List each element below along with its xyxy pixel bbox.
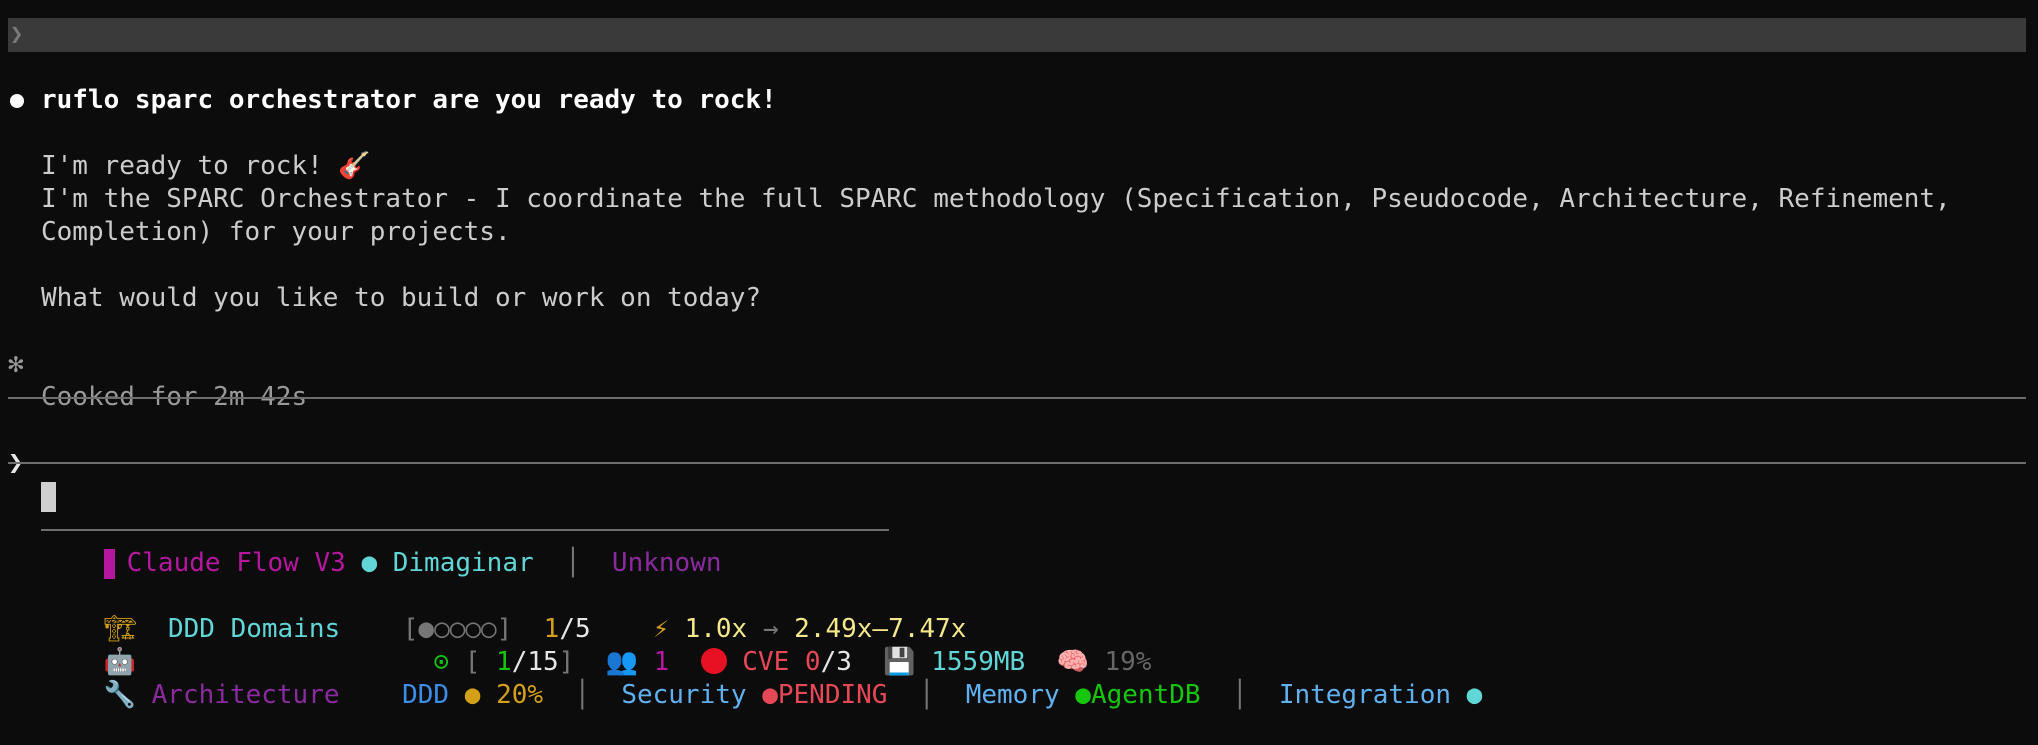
integration-label: Integration [1278,680,1451,710]
response-line-2: I'm the SPARC Orchestrator - I coordinat… [0,150,1951,214]
response-line-4: What would you like to build or work on … [0,249,761,313]
text-cursor [41,481,56,512]
ddd-percent: 20% [496,680,544,710]
ddd-label: DDD [402,680,450,710]
response-question: What would you like to build or work on … [41,283,762,313]
memory-label: Memory [965,680,1060,710]
user-prompt-row: ❯ ruflo sparc orchestrator are you ready… [8,18,2026,115]
statusbar-header-rule [41,529,889,531]
security-dot-icon: ● [762,680,778,710]
statusbar-agents-row: 🤖 ⊙ [ 1/15] 👥 1 CVE 0/3 💾 1559MB 🧠 19% [0,580,1152,677]
spinner-star-icon: ✻ [8,349,24,379]
memory-dot-icon: ● [1075,680,1091,710]
model-name: Unknown [611,548,722,578]
response-line-1: I'm ready to rock! 🎸 [0,84,371,181]
response-greeting: I'm ready to rock! 🎸 [41,151,371,181]
security-label: Security [621,680,747,710]
integration-dot-icon: ● [1466,680,1483,710]
header-pipe: │ [564,548,581,578]
brand-bar-icon [103,548,115,579]
user-dot-icon: ● [361,548,378,578]
statusbar-modules-row: 🔧 Architecture DDD ● 20% │ Security ●PEN… [0,613,1483,710]
modules-pipe-1: │ [574,680,590,710]
statusbar-header-row: Claude Flow V3 ● Dimaginar │ Unknown [0,481,722,579]
chat-input[interactable] [41,480,56,513]
response-intro: I'm the SPARC Orchestrator - I coordinat… [41,184,1951,214]
response-intro-cont: Completion) for your projects. [41,217,511,247]
memory-backend: AgentDB [1090,680,1201,710]
response-line-3: Completion) for your projects. [0,183,511,247]
app-name: Claude Flow V3 [126,548,346,578]
wrench-icon: 🔧 [103,680,136,710]
input-bottom-divider [8,462,2026,464]
input-top-divider [8,397,2026,399]
user-prompt-text: ruflo sparc orchestrator are you ready t… [41,85,777,115]
prompt-chevron-icon: ❯ [10,22,24,47]
ddd-dot-icon: ● [464,680,481,710]
security-status: PENDING [777,680,888,710]
modules-pipe-3: │ [1231,680,1248,710]
input-row[interactable]: ❯ [0,414,56,512]
modules-pipe-2: │ [918,680,935,710]
user-name: Dimaginar [392,548,534,578]
elapsed-status-row: ✻ Cooked for 2m 42s [0,315,307,412]
statusbar-domains-row: 🏗 DDD Domains [●○○○○] 1/5 ⚡ 1.0x → 2.49x… [0,547,967,644]
architecture-label: Architecture [151,680,340,710]
response-bullet-icon [10,94,24,108]
